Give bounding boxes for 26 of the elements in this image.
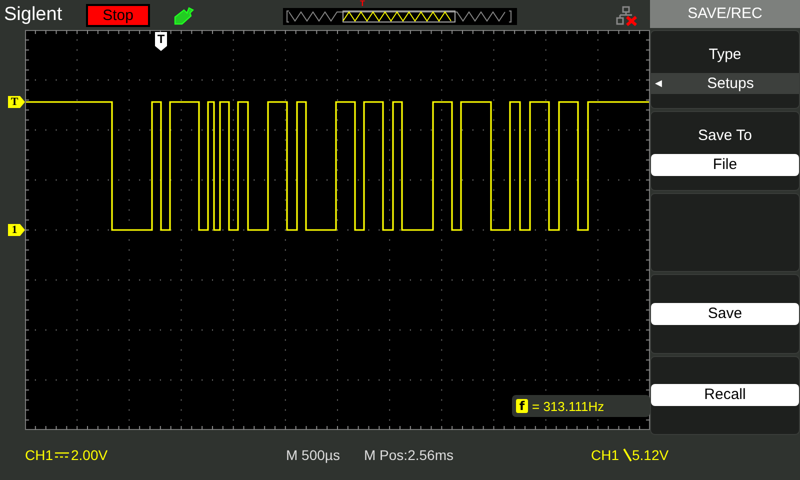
menu-button[interactable]: Save xyxy=(651,302,799,325)
trigger-position-marker: T xyxy=(155,32,167,51)
trigger-source: CH1 xyxy=(591,447,620,463)
trigger-level: 5.12V xyxy=(632,447,669,463)
dc-coupling-icon xyxy=(55,451,69,459)
left-arrow-icon: ◀ xyxy=(655,78,662,88)
channel-marker: 1 xyxy=(8,224,25,236)
channel-label: CH1 xyxy=(25,447,54,463)
option-value-button[interactable]: File xyxy=(651,154,799,176)
trigger-position-marker: T xyxy=(360,0,365,8)
timebase-scale: M 500µs xyxy=(286,447,340,463)
brand-label: Siglent xyxy=(4,4,64,26)
frequency-reading: = 313.111Hz xyxy=(532,398,604,414)
run-state-indicator: Stop xyxy=(86,4,150,26)
trigger-level-marker: T xyxy=(8,96,25,108)
option-value-selector[interactable]: ◀ Setups xyxy=(651,72,799,94)
falling-edge-icon xyxy=(623,448,632,462)
horizontal-position: M Pos:2.56ms xyxy=(364,447,454,463)
menu-title: SAVE/REC xyxy=(650,0,800,28)
network-disconnected-icon xyxy=(616,6,638,26)
option-label: Type xyxy=(708,46,742,63)
option-label: Save To xyxy=(697,126,753,144)
probe-icon xyxy=(172,4,194,26)
vertical-scale: 2.00V xyxy=(71,447,108,463)
frequency-symbol: f xyxy=(516,399,528,413)
menu-button[interactable]: Recall xyxy=(651,384,799,406)
